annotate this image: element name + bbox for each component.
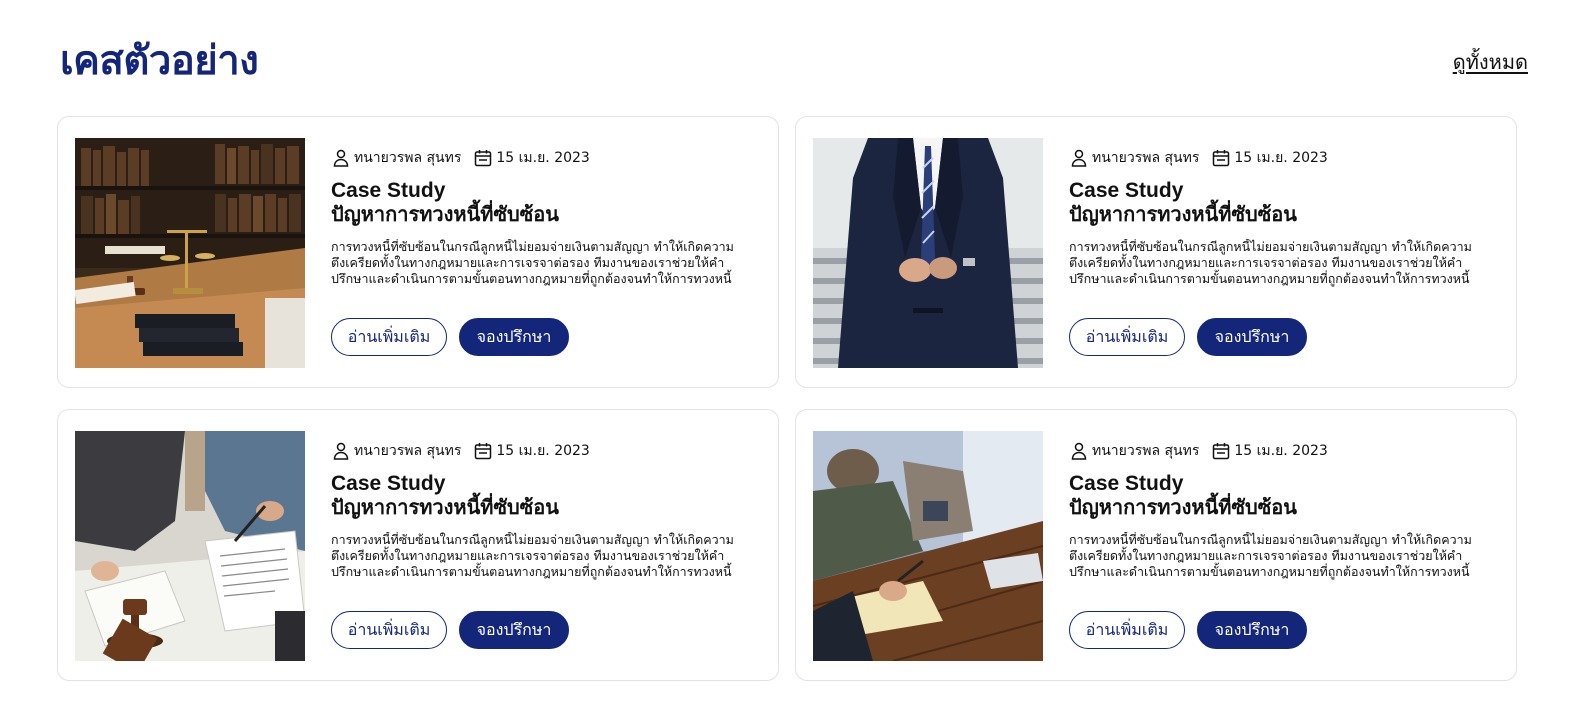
case-meta: ทนายวรพล สุนทร 15 เม.ย. 2023 [1069,440,1499,462]
case-image[interactable] [75,138,305,368]
case-description: การทวงหนี้ที่ซับซ้อนในกรณีลูกหนี้ไม่ยอมจ… [331,532,734,579]
user-icon [1069,441,1089,461]
book-consultation-button[interactable]: จองปรึกษา [1197,318,1307,356]
page-title: เคสตัวอย่าง [60,38,259,84]
case-image[interactable] [813,431,1043,661]
case-grid: ทนายวรพล สุนทร 15 เม.ย. 2023 Case Study … [57,116,1531,688]
case-content: ทนายวรพล สุนทร 15 เม.ย. 2023 Case Study … [331,147,761,287]
case-title-th: ปัญหาการทวงหนี้ที่ซับซ้อน [331,204,559,226]
case-title-th: ปัญหาการทวงหนี้ที่ซับซ้อน [331,497,559,519]
case-date: 15 เม.ย. 2023 [1234,150,1328,166]
case-image[interactable] [75,431,305,661]
book-consultation-button[interactable]: จองปรึกษา [459,611,569,649]
case-content: ทนายวรพล สุนทร 15 เม.ย. 2023 Case Study … [1069,440,1499,580]
case-title-en: Case Study [1069,179,1184,202]
case-meta: ทนายวรพล สุนทร 15 เม.ย. 2023 [331,147,761,169]
case-title-en: Case Study [1069,472,1184,495]
case-card: ทนายวรพล สุนทร 15 เม.ย. 2023 Case Study … [57,409,779,681]
case-content: ทนายวรพล สุนทร 15 เม.ย. 2023 Case Study … [1069,147,1499,287]
read-more-button[interactable]: อ่านเพิ่มเติม [1069,318,1185,356]
calendar-icon [473,148,493,168]
case-author: ทนายวรพล สุนทร [354,443,462,459]
case-title-en: Case Study [331,179,446,202]
user-icon [1069,148,1089,168]
case-description: การทวงหนี้ที่ซับซ้อนในกรณีลูกหนี้ไม่ยอมจ… [1069,239,1472,286]
case-actions: อ่านเพิ่มเติม จองปรึกษา [331,611,569,649]
read-more-button[interactable]: อ่านเพิ่มเติม [1069,611,1185,649]
section-header: เคสตัวอย่าง ดูทั้งหมด [60,24,1528,84]
book-consultation-button[interactable]: จองปรึกษา [1197,611,1307,649]
case-description: การทวงหนี้ที่ซับซ้อนในกรณีลูกหนี้ไม่ยอมจ… [331,239,734,286]
case-description: การทวงหนี้ที่ซับซ้อนในกรณีลูกหนี้ไม่ยอมจ… [1069,532,1472,579]
case-author: ทนายวรพล สุนทร [354,150,462,166]
view-all-link[interactable]: ดูทั้งหมด [1453,46,1528,78]
calendar-icon [473,441,493,461]
calendar-icon [1211,148,1231,168]
case-card: ทนายวรพล สุนทร 15 เม.ย. 2023 Case Study … [57,116,779,388]
case-author: ทนายวรพล สุนทร [1092,150,1200,166]
case-content: ทนายวรพล สุนทร 15 เม.ย. 2023 Case Study … [331,440,761,580]
case-date: 15 เม.ย. 2023 [496,443,590,459]
case-meta: ทนายวรพล สุนทร 15 เม.ย. 2023 [1069,147,1499,169]
user-icon [331,441,351,461]
read-more-button[interactable]: อ่านเพิ่มเติม [331,318,447,356]
calendar-icon [1211,441,1231,461]
case-actions: อ่านเพิ่มเติม จองปรึกษา [1069,318,1307,356]
read-more-button[interactable]: อ่านเพิ่มเติม [331,611,447,649]
case-actions: อ่านเพิ่มเติม จองปรึกษา [331,318,569,356]
case-actions: อ่านเพิ่มเติม จองปรึกษา [1069,611,1307,649]
case-image[interactable] [813,138,1043,368]
case-title-th: ปัญหาการทวงหนี้ที่ซับซ้อน [1069,497,1297,519]
case-meta: ทนายวรพล สุนทร 15 เม.ย. 2023 [331,440,761,462]
book-consultation-button[interactable]: จองปรึกษา [459,318,569,356]
case-date: 15 เม.ย. 2023 [496,150,590,166]
case-title-th: ปัญหาการทวงหนี้ที่ซับซ้อน [1069,204,1297,226]
user-icon [331,148,351,168]
case-card: ทนายวรพล สุนทร 15 เม.ย. 2023 Case Study … [795,409,1517,681]
case-title-en: Case Study [331,472,446,495]
case-date: 15 เม.ย. 2023 [1234,443,1328,459]
case-author: ทนายวรพล สุนทร [1092,443,1200,459]
case-card: ทนายวรพล สุนทร 15 เม.ย. 2023 Case Study … [795,116,1517,388]
